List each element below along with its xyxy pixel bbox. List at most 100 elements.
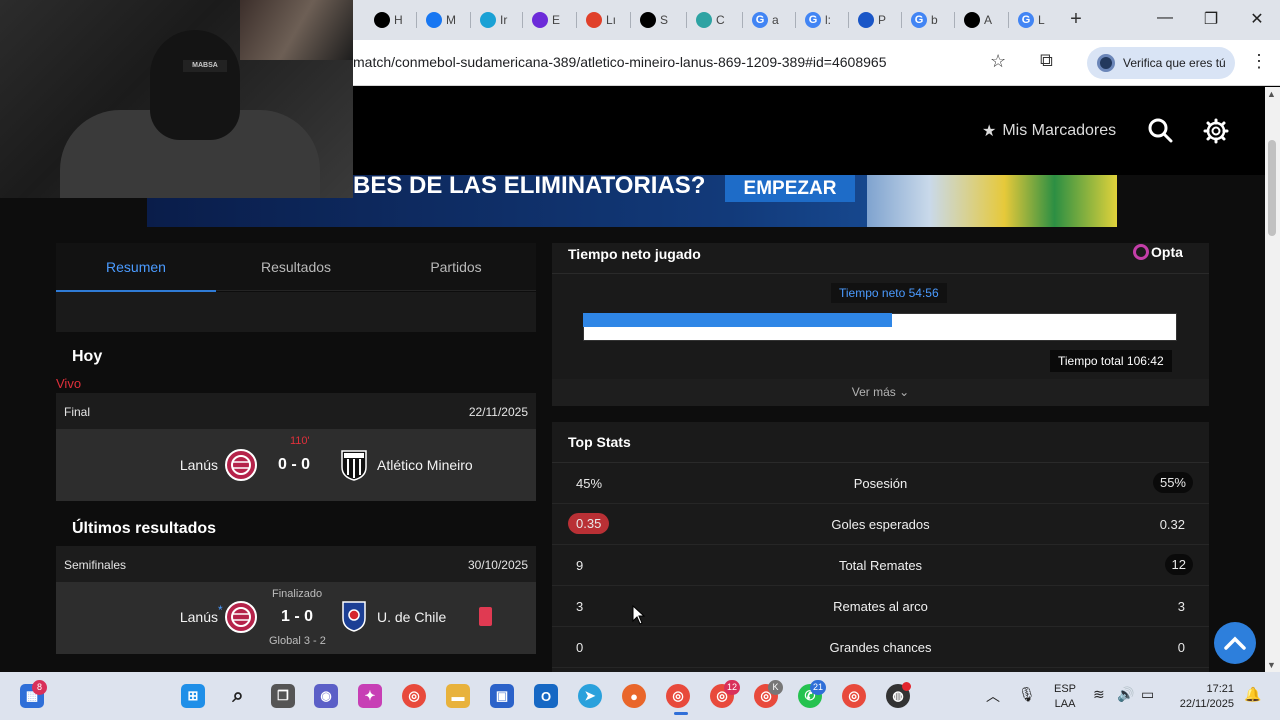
scroll-up-arrow-icon[interactable]: ▲ — [1267, 89, 1276, 99]
battery-icon[interactable]: ▭ — [1141, 686, 1154, 703]
tab-partidos[interactable]: Partidos — [376, 259, 536, 275]
copilot-icon[interactable]: ✦ — [358, 684, 382, 708]
verify-label: Verifica que eres tú — [1123, 56, 1226, 70]
atletico-mineiro-crest-icon — [341, 450, 367, 481]
match-stage: Semifinales — [64, 558, 127, 572]
scroll-down-arrow-icon[interactable]: ▼ — [1267, 660, 1276, 670]
browser-tab[interactable]: Lı — [580, 7, 626, 33]
volume-icon[interactable]: 🔊 — [1117, 686, 1134, 703]
net-time-bar — [583, 313, 892, 327]
top-stats-title: Top Stats — [568, 434, 631, 450]
recording-indicator-icon — [902, 682, 911, 691]
tab-favicon-icon: G — [1018, 12, 1034, 28]
browser-tab[interactable]: S — [634, 7, 680, 33]
active-app-indicator — [674, 712, 688, 715]
total-time-value: Tiempo total 106:42 — [1050, 350, 1172, 372]
search-taskbar-icon[interactable]: ⌕ — [226, 684, 250, 708]
browser-tab[interactable]: C — [690, 7, 736, 33]
net-time-title: Tiempo neto jugado — [568, 246, 701, 262]
qualified-marker: * — [218, 603, 223, 617]
chrome-profile-3-icon[interactable]: ◎ — [842, 684, 866, 708]
minimize-button[interactable]: — — [1155, 9, 1175, 27]
mis-marcadores-label: Mis Marcadores — [1002, 122, 1117, 139]
browser-tab[interactable]: Gb — [905, 7, 951, 33]
match-date: 30/10/2025 — [467, 558, 528, 572]
stat-home-value: 9 — [576, 558, 584, 573]
outlook-icon[interactable]: O — [534, 684, 558, 708]
opta-logo: Opta — [1133, 244, 1183, 260]
extensions-icon[interactable]: ⧉ — [1040, 50, 1053, 71]
tab-resumen[interactable]: Resumen — [56, 259, 216, 275]
scrollbar-thumb[interactable] — [1268, 140, 1276, 236]
scroll-to-top-button[interactable] — [1214, 622, 1256, 664]
browser-tab[interactable]: M — [420, 7, 466, 33]
home-team-name: Lanús — [179, 457, 218, 473]
tab-resultados[interactable]: Resultados — [216, 259, 376, 275]
store-icon[interactable]: ▣ — [490, 684, 514, 708]
tab-title: E — [552, 13, 561, 27]
search-icon[interactable] — [1147, 117, 1173, 143]
mouse-cursor-icon — [632, 604, 646, 630]
start-icon[interactable]: ⊞ — [181, 684, 205, 708]
new-tab-button[interactable]: + — [1066, 8, 1086, 31]
widgets-badge: 8 — [32, 680, 47, 695]
bookmark-star-icon[interactable]: ☆ — [990, 51, 1006, 72]
star-icon: ★ — [982, 123, 997, 140]
tab-separator — [416, 12, 417, 28]
settings-gear-icon[interactable] — [1203, 118, 1229, 144]
browser-tab[interactable]: P — [852, 7, 898, 33]
tab-favicon-icon: G — [805, 12, 821, 28]
system-clock[interactable]: 17:21 22/11/2025 — [1170, 682, 1234, 712]
wifi-icon[interactable]: ≋ — [1093, 686, 1105, 703]
chrome-profile-badge: 12 — [724, 680, 741, 695]
browser-tab[interactable]: H — [368, 7, 414, 33]
browser-tab[interactable]: Ga — [746, 7, 792, 33]
browser-tab[interactable]: E — [526, 7, 572, 33]
tab-separator — [522, 12, 523, 28]
telegram-icon[interactable]: ➤ — [578, 684, 602, 708]
tab-favicon-icon — [586, 12, 602, 28]
close-window-button[interactable]: ✕ — [1247, 9, 1267, 29]
browser-tab[interactable]: Ir — [474, 7, 520, 33]
aggregate-score: Global 3 - 2 — [269, 635, 326, 647]
maximize-button[interactable]: ❐ — [1201, 9, 1221, 29]
chrome-profile-2-badge: K — [768, 680, 783, 695]
teams-icon[interactable]: ◉ — [314, 684, 338, 708]
match-score: 0 - 0 — [278, 456, 311, 473]
language-indicator[interactable]: ESP LAA — [1054, 682, 1076, 712]
notifications-bell-icon[interactable]: 🔔 — [1244, 686, 1261, 703]
stat-away-value: 0 — [1177, 640, 1185, 655]
microphone-icon[interactable]: 🎙 — [1018, 686, 1036, 703]
url-field[interactable]: match/conmebol-sudamericana-389/atletico… — [353, 54, 887, 70]
tab-separator — [470, 12, 471, 28]
firefox-icon[interactable]: ● — [622, 684, 646, 708]
browser-tab[interactable]: GL — [1012, 7, 1058, 33]
stat-row: Total Remates 9 12 — [552, 545, 1209, 586]
tab-title: A — [984, 13, 993, 27]
tab-favicon-icon — [480, 12, 496, 28]
chrome-icon[interactable]: ◎ — [402, 684, 426, 708]
browser-tab[interactable]: Gl: — [799, 7, 845, 33]
stat-home-value: 3 — [576, 599, 584, 614]
tab-title: S — [660, 13, 669, 27]
tab-separator — [795, 12, 796, 28]
file-explorer-icon[interactable]: ▬ — [446, 684, 470, 708]
chrome-active-icon[interactable]: ◎ — [666, 684, 690, 708]
chevron-down-icon: ⌄ — [899, 385, 910, 399]
banner-cta-button[interactable]: EMPEZAR — [725, 175, 855, 202]
tray-overflow-icon[interactable]: ︿ — [986, 686, 1000, 706]
browser-menu-icon[interactable]: ⋮ — [1250, 51, 1268, 72]
stat-row: Remates al arco 3 3 — [552, 586, 1209, 627]
match-stage: Final — [64, 405, 91, 419]
ver-mas-button[interactable]: Ver más ⌄ — [552, 379, 1209, 406]
lanus-crest-icon — [225, 449, 257, 481]
mis-marcadores-link[interactable]: ★ Mis Marcadores — [982, 121, 1116, 141]
tab-favicon-icon — [374, 12, 390, 28]
browser-tab[interactable]: A — [958, 7, 1004, 33]
task-view-icon[interactable]: ❐ — [271, 684, 295, 708]
profile-verify-button[interactable]: Verifica que eres tú — [1087, 47, 1235, 79]
match-score: 1 - 0 — [281, 608, 314, 625]
match-status: Finalizado — [272, 588, 323, 600]
chevron-up-icon — [1224, 636, 1246, 650]
tab-title: L — [1038, 13, 1045, 27]
